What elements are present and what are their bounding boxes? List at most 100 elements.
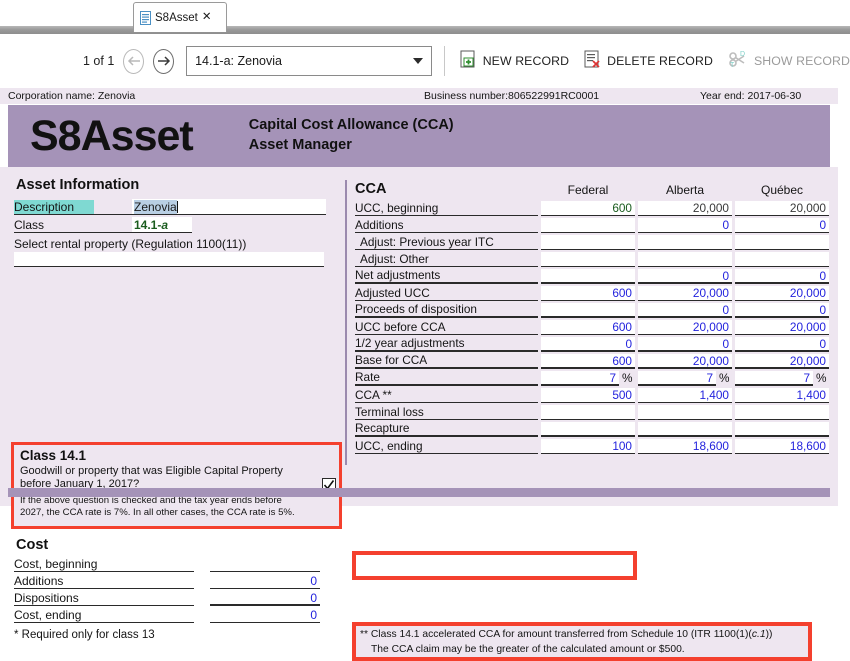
record-selector-value: 14.1-a: Zenovia — [195, 54, 282, 68]
banner-subtitle-line1: Capital Cost Allowance (CCA) — [248, 117, 454, 134]
cca-cell-alberta[interactable]: 0 — [638, 269, 732, 284]
cca-cell-alberta[interactable]: 20,000 — [638, 354, 732, 369]
footnote-text-b: )) — [765, 629, 773, 640]
banner-subtitle-line2: Asset Manager — [248, 137, 352, 153]
cca-cell-alberta[interactable]: 18,600 — [638, 439, 732, 454]
cca-cell-alberta[interactable]: 20,000 — [638, 320, 732, 335]
cca-cell-alberta[interactable]: 0 — [638, 218, 732, 233]
cca-cell-federal[interactable]: 7 — [541, 371, 619, 386]
percent-sign: % — [719, 371, 730, 385]
show-record-icon: D T — [728, 50, 748, 73]
cca-row-label: UCC, beginning — [355, 201, 538, 216]
new-record-button[interactable]: NEW RECORD — [460, 50, 569, 73]
record-selector-dropdown[interactable]: 14.1-a: Zenovia — [186, 46, 432, 76]
class-row: Class 14.1 -a — [14, 216, 338, 233]
cca-cell-quebec[interactable] — [735, 235, 829, 250]
cca-cell-quebec[interactable]: 1,400 — [735, 388, 829, 403]
cost-additions-label: Additions — [14, 574, 194, 589]
cost-beginning-input[interactable] — [210, 557, 320, 572]
description-input[interactable]: Zenovia — [132, 199, 326, 215]
class-value-suffix: -a — [157, 217, 169, 232]
next-record-button[interactable] — [153, 48, 175, 74]
cca-cell-federal[interactable]: 0 — [541, 337, 635, 352]
show-record-button[interactable]: D T SHOW RECORD — [728, 50, 850, 73]
cca-row-label: Proceeds of disposition — [355, 302, 538, 318]
cca-cell-quebec[interactable]: 0 — [735, 337, 829, 352]
cca-cell-quebec[interactable]: 20,000 — [735, 286, 829, 301]
footnote-text-a: ** Class 14.1 accelerated CCA for amount… — [360, 629, 752, 640]
cca-row: Rate 7% 7% 7% — [355, 370, 831, 386]
form-banner: S8Asset Capital Cost Allowance (CCA) Ass… — [8, 105, 830, 167]
tab-s8asset[interactable]: S8Asset ✕ — [133, 2, 227, 32]
cca-cell-quebec[interactable]: 20,000 — [735, 354, 829, 369]
cca-cell-alberta[interactable] — [638, 405, 732, 420]
cca-cell-federal[interactable] — [541, 218, 635, 233]
cca-cell-alberta[interactable] — [638, 422, 732, 437]
svg-text:T: T — [730, 62, 735, 68]
cca-cell-alberta[interactable]: 1,400 — [638, 388, 732, 403]
cost-panel: Cost Cost, beginning Additions 0 Disposi… — [14, 537, 338, 641]
cca-row-highlight — [352, 551, 637, 580]
cca-cell-federal[interactable]: 600 — [541, 201, 635, 216]
cca-footnote-line2: The CCA claim may be the greater of the … — [371, 643, 685, 655]
toolbar-divider — [443, 46, 445, 76]
class-141-question-line1: Goodwill or property that was Eligible C… — [20, 465, 283, 477]
cca-cell-federal[interactable]: 600 — [541, 286, 635, 301]
cca-row: Adjusted UCC 600 20,000 20,000 — [355, 285, 831, 301]
class-141-highlight-box: Class 14.1 Goodwill or property that was… — [11, 442, 342, 529]
cca-row: 1/2 year adjustments 0 0 0 — [355, 336, 831, 352]
cca-row: Net adjustments 0 0 — [355, 268, 831, 284]
cost-dispositions-label: Dispositions — [14, 591, 194, 606]
cost-row: Dispositions 0 — [14, 590, 338, 606]
cca-cell-federal[interactable]: 600 — [541, 354, 635, 369]
class-input[interactable]: 14.1 -a — [132, 217, 192, 233]
asset-information-heading: Asset Information — [16, 177, 140, 193]
cost-beginning-label: Cost, beginning — [14, 557, 194, 572]
previous-record-button[interactable] — [123, 48, 145, 74]
cca-cell-quebec[interactable]: 20,000 — [735, 320, 829, 335]
cca-cell-alberta[interactable]: 20,000 — [638, 201, 732, 216]
cost-ending-label: Cost, ending — [14, 608, 194, 623]
cca-cell-federal[interactable] — [541, 269, 635, 284]
cca-cell-alberta[interactable]: 7 — [638, 371, 716, 386]
cca-cell-federal[interactable] — [541, 252, 635, 267]
cca-cell-quebec[interactable] — [735, 405, 829, 420]
cca-cell-federal[interactable] — [541, 405, 635, 420]
cost-additions-input[interactable]: 0 — [210, 574, 320, 589]
class-141-heading: Class 14.1 — [20, 448, 87, 463]
cca-cell-federal[interactable] — [541, 235, 635, 250]
year-end: Year end: 2017-06-30 — [700, 90, 802, 102]
cca-cell-alberta[interactable]: 20,000 — [638, 286, 732, 301]
delete-record-button[interactable]: DELETE RECORD — [584, 50, 713, 73]
cca-cell-quebec[interactable]: 7 — [735, 371, 813, 386]
cca-cell-federal[interactable] — [541, 422, 635, 437]
cost-ending-input[interactable]: 0 — [210, 608, 320, 623]
cca-row-label: Adjust: Other — [355, 252, 538, 267]
cca-cell-quebec[interactable] — [735, 252, 829, 267]
cca-row-label: Base for CCA — [355, 353, 538, 369]
percent-sign: % — [816, 371, 827, 385]
cca-row-label: Adjust: Previous year ITC — [355, 235, 538, 250]
cca-cell-alberta[interactable] — [638, 252, 732, 267]
cca-cell-quebec[interactable]: 20,000 — [735, 201, 829, 216]
cost-dispositions-input[interactable]: 0 — [210, 591, 320, 606]
cca-cell-federal[interactable]: 100 — [541, 439, 635, 454]
cca-cell-quebec[interactable] — [735, 422, 829, 437]
close-icon[interactable]: ✕ — [202, 11, 212, 24]
cca-cell-federal[interactable]: 500 — [541, 388, 635, 403]
cca-cell-alberta[interactable]: 0 — [638, 303, 732, 318]
class-label: Class — [14, 218, 132, 233]
new-record-label: NEW RECORD — [482, 54, 570, 68]
cca-cell-quebec[interactable]: 0 — [735, 303, 829, 318]
cca-cell-federal[interactable]: 600 — [541, 320, 635, 335]
cca-cell-alberta[interactable]: 0 — [638, 337, 732, 352]
cca-cell-federal[interactable] — [541, 303, 635, 318]
cca-cell-quebec[interactable]: 18,600 — [735, 439, 829, 454]
column-header-quebec: Québec — [760, 183, 804, 197]
cca-cell-quebec[interactable]: 0 — [735, 218, 829, 233]
cca-row: CCA ** 500 1,400 1,400 — [355, 387, 831, 403]
rental-property-input[interactable] — [14, 252, 324, 267]
cca-cell-quebec[interactable]: 0 — [735, 269, 829, 284]
cca-row: Adjust: Other — [355, 251, 831, 267]
cca-cell-alberta[interactable] — [638, 235, 732, 250]
